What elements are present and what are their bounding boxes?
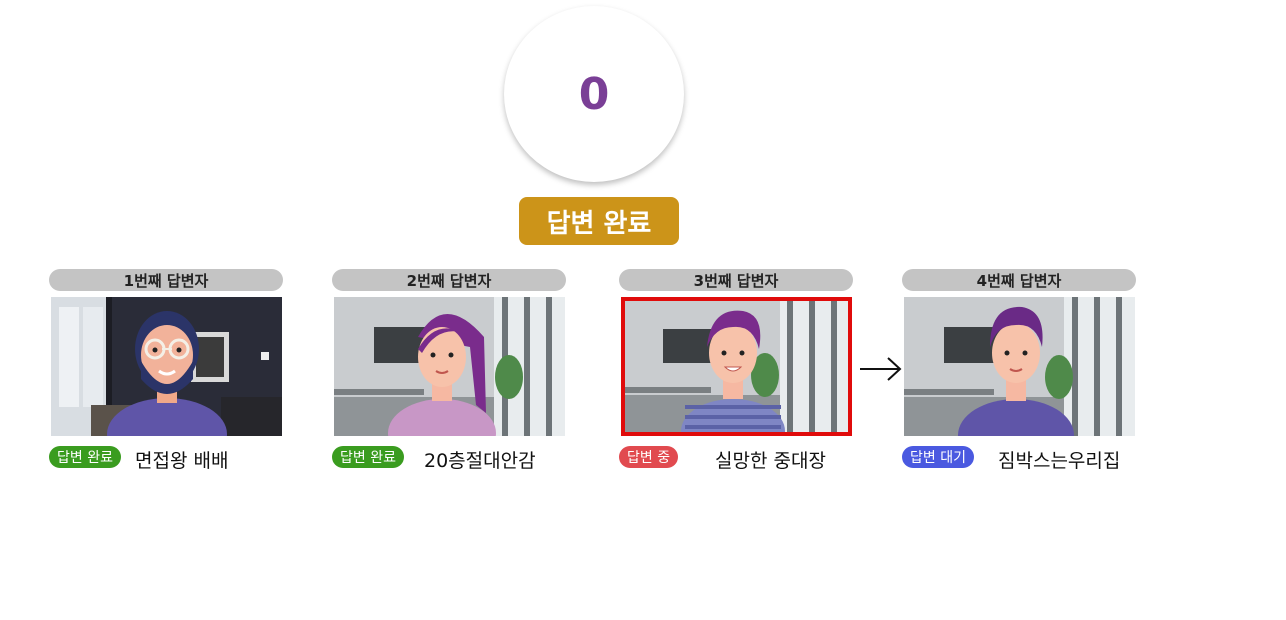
- participant-avatar-image: [334, 297, 565, 436]
- participant-card-2: 2번째 답변자 답변 완료 20층절대안감: [332, 269, 566, 479]
- answer-status-badge: 답변 완료: [49, 446, 121, 468]
- participant-avatar-image-active: [621, 297, 852, 436]
- answer-status-badge: 답변 대기: [902, 446, 974, 468]
- participant-card-1: 1번째 답변자 답변 완료 면접왕 배배: [49, 269, 283, 479]
- status-banner: 답변 완료: [519, 197, 679, 245]
- participant-avatar-image: [51, 297, 282, 436]
- participant-avatar-image: [904, 297, 1135, 436]
- participant-name: 면접왕 배배: [135, 449, 229, 472]
- participant-header: 2번째 답변자: [332, 269, 566, 291]
- participant-card-4: 4번째 답변자 답변 대기 짐박스는우리집: [902, 269, 1136, 479]
- participant-name: 짐박스는우리집: [998, 449, 1121, 472]
- participant-header: 3번째 답변자: [619, 269, 853, 291]
- participant-name: 실망한 중대장: [715, 449, 826, 472]
- participant-header: 1번째 답변자: [49, 269, 283, 291]
- countdown-timer: 0: [504, 6, 684, 182]
- status-banner-label: 답변 완료: [546, 208, 652, 239]
- participant-header: 4번째 답변자: [902, 269, 1136, 291]
- timer-value: 0: [578, 68, 610, 120]
- participant-name: 20층절대안감: [424, 449, 536, 472]
- answer-status-badge: 답변 중: [619, 446, 679, 468]
- right-arrow-icon: [860, 357, 902, 381]
- participant-card-3: 3번째 답변자 답변 중 실망한 중대장: [619, 269, 853, 479]
- answer-status-badge: 답변 완료: [332, 446, 404, 468]
